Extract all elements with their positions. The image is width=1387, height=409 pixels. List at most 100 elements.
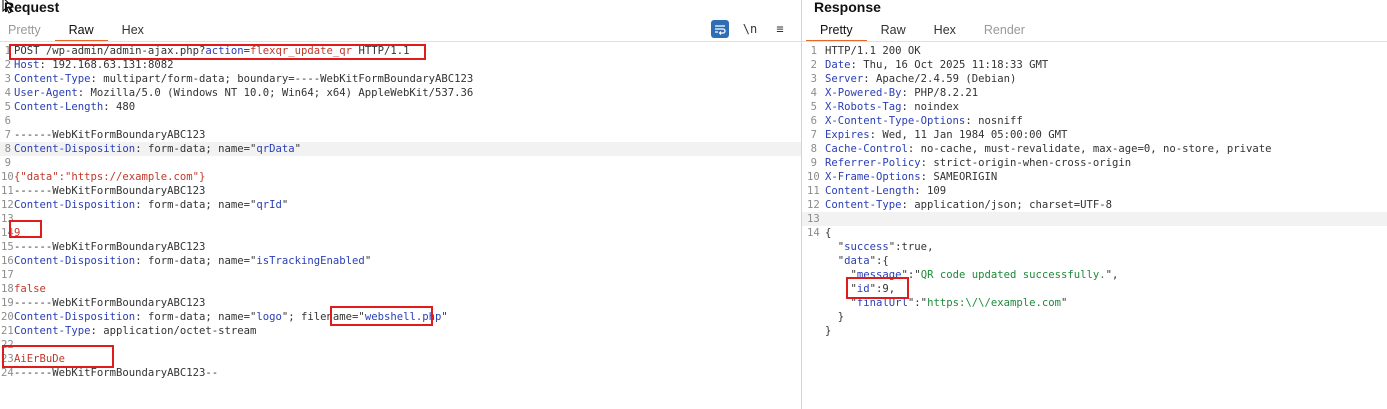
code-line: 13 [0, 212, 801, 226]
code-line: 12 Content-Type: application/json; charse… [802, 198, 1387, 212]
code-token: Host [14, 59, 40, 71]
code-text: {"data":"https://example.com"} [14, 170, 205, 184]
code-text: X-Frame-Options: SAMEORIGIN [825, 170, 997, 184]
code-text: Content-Disposition: form-data; name="qr… [14, 142, 301, 156]
code-token: : 109 [914, 185, 947, 197]
code-text: Referrer-Policy: strict-origin-when-cros… [825, 156, 1131, 170]
code-token: Content-Type [14, 73, 91, 85]
code-token: ------WebKitFormBoundaryABC123 [14, 185, 206, 197]
code-token: ":9, [869, 283, 896, 295]
line-number: 11 [1, 185, 14, 197]
code-token: : Thu, 16 Oct 2025 11:18:33 GMT [850, 59, 1049, 71]
line-number: 4 [810, 87, 817, 99]
show-newlines-button[interactable]: \n [741, 20, 759, 38]
code-line: 9 Referrer-Policy: strict-origin-when-cro… [802, 156, 1387, 170]
code-token: Content-Type [14, 325, 91, 337]
code-token: qrData [256, 143, 295, 155]
code-line: 11 Content-Length: 109 [802, 184, 1387, 198]
code-line: 16 Content-Disposition: form-data; name="… [0, 254, 801, 268]
line-number: 11 [807, 185, 820, 197]
code-text: X-Content-Type-Options: nosniff [825, 114, 1023, 128]
code-token: X-Robots-Tag [825, 101, 902, 113]
line-number: 24 [1, 367, 14, 379]
code-line: 13 [802, 212, 1387, 226]
tab-response-hex[interactable]: Hex [920, 20, 970, 42]
menu-icon[interactable]: ≡ [771, 20, 789, 38]
code-line: 11 ------WebKitFormBoundaryABC123 [0, 184, 801, 198]
code-line: 10 {"data":"https://example.com"} [0, 170, 801, 184]
code-line: 6 [0, 114, 801, 128]
code-token: } [825, 325, 832, 337]
response-editor[interactable]: 1 HTTP/1.1 200 OK 2 Date: Thu, 16 Oct 2025 … [802, 44, 1387, 409]
line-number: 10 [1, 171, 14, 183]
line-number: 22 [1, 339, 14, 351]
line-number: 7 [4, 129, 11, 141]
code-token: ------WebKitFormBoundaryABC123 [14, 297, 206, 309]
tab-request-hex[interactable]: Hex [108, 20, 158, 42]
code-line: 22 [0, 338, 801, 352]
line-number: 15 [1, 241, 14, 253]
code-token: : Wed, 11 Jan 1984 05:00:00 GMT [869, 129, 1068, 141]
line-number: 4 [4, 87, 11, 99]
code-text: { [825, 226, 831, 240]
line-number: 3 [810, 73, 817, 85]
code-text: ------WebKitFormBoundaryABC123 [14, 240, 205, 254]
tab-request-pretty[interactable]: Pretty [0, 20, 55, 42]
code-token: ":" [907, 297, 928, 309]
tab-request-raw[interactable]: Raw [54, 20, 108, 42]
code-line: 4 User-Agent: Mozilla/5.0 (Windows NT 10.… [0, 86, 801, 100]
code-token: ------WebKitFormBoundaryABC123 [14, 129, 206, 141]
code-token: ":{ [869, 255, 889, 267]
code-line: 19 ------WebKitFormBoundaryABC123 [0, 296, 801, 310]
word-wrap-icon[interactable] [711, 20, 729, 38]
code-text: Cache-Control: no-cache, must-revalidate… [825, 142, 1271, 156]
code-line: 23 AiErBuDe [0, 352, 801, 366]
tab-response-pretty[interactable]: Pretty [806, 20, 867, 42]
code-line: } [802, 310, 1387, 324]
code-text: POST /wp-admin/admin-ajax.php?action=fle… [14, 44, 409, 58]
response-tabs: Pretty Raw Hex Render [806, 20, 1039, 42]
code-line: 9 [0, 156, 801, 170]
code-text: "message":"QR code updated successfully.… [825, 268, 1119, 282]
code-line: 4 X-Powered-By: PHP/8.2.21 [802, 86, 1387, 100]
line-number: 18 [1, 283, 14, 295]
code-token: : SAMEORIGIN [920, 171, 998, 183]
code-line: 5 Content-Length: 480 [0, 100, 801, 114]
code-token: Cache-Control [825, 143, 908, 155]
code-line: 2 Host: 192.168.63.131:8082 [0, 58, 801, 72]
line-number: 14 [807, 227, 820, 239]
code-token: " [1061, 297, 1068, 309]
code-token: Content-Disposition [14, 255, 136, 267]
code-token: Content-Disposition [14, 311, 136, 323]
code-token: Content-Length [825, 185, 915, 197]
code-text: } [825, 310, 844, 324]
code-token: ":true, [888, 241, 934, 253]
code-text: Expires: Wed, 11 Jan 1984 05:00:00 GMT [825, 128, 1067, 142]
tab-response-raw[interactable]: Raw [867, 20, 920, 42]
code-line: 8 Cache-Control: no-cache, must-revalidat… [802, 142, 1387, 156]
code-token: flexqr_update_qr [250, 45, 353, 57]
code-text: User-Agent: Mozilla/5.0 (Windows NT 10.0… [14, 86, 473, 100]
code-line: 14 9 [0, 226, 801, 240]
code-line: 5 X-Robots-Tag: noindex [802, 100, 1387, 114]
code-text: false [14, 282, 46, 296]
code-token: User-Agent [14, 87, 78, 99]
code-line: 1 HTTP/1.1 200 OK [802, 44, 1387, 58]
line-number: 16 [1, 255, 14, 267]
tab-response-render[interactable]: Render [970, 20, 1039, 42]
code-token: qrId [256, 199, 282, 211]
line-number: 14 [1, 227, 14, 239]
line-number: 2 [810, 59, 817, 71]
line-number: 9 [4, 157, 11, 169]
line-number: 21 [1, 325, 14, 337]
code-token: : form-data; name=" [135, 311, 257, 323]
code-token: " [825, 297, 857, 309]
code-token: HTTP/1.1 200 OK [825, 45, 921, 57]
code-token: finalUrl [856, 297, 908, 309]
code-line: "id":9, [802, 282, 1387, 296]
code-token: : application/octet-stream [90, 325, 257, 337]
request-editor[interactable]: 1 POST /wp-admin/admin-ajax.php?action=fl… [0, 44, 801, 409]
line-number: 6 [4, 115, 11, 127]
code-token: : Mozilla/5.0 (Windows NT 10.0; Win64; x… [77, 87, 474, 99]
code-token: Content-Disposition [14, 199, 136, 211]
